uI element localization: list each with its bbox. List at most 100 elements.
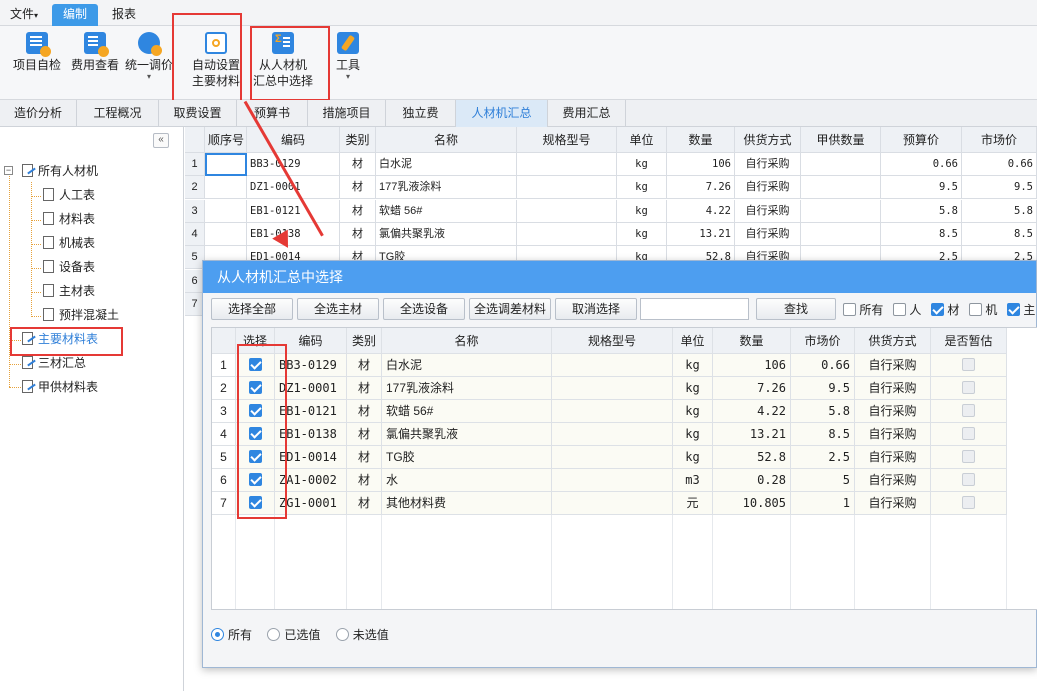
grid-cell[interactable]: [801, 176, 881, 200]
tree-item-equipment[interactable]: 设备表: [43, 257, 95, 277]
grid-cell[interactable]: 材: [340, 199, 376, 223]
grid-cell[interactable]: 8.5: [962, 222, 1037, 246]
column-header[interactable]: 预算价: [881, 127, 962, 153]
filter-material[interactable]: 材: [931, 301, 959, 318]
filter-labor[interactable]: 人: [893, 301, 921, 318]
select-checkbox-cell[interactable]: [236, 423, 275, 446]
menu-report[interactable]: 报表: [104, 4, 144, 26]
grid-cell[interactable]: [517, 222, 617, 246]
column-header[interactable]: 甲供数量: [801, 127, 881, 153]
grid-cell[interactable]: 自行采购: [735, 153, 801, 176]
grid-cell[interactable]: EB1-0121: [247, 199, 340, 223]
tab-resource-summary[interactable]: 人材机汇总: [456, 100, 548, 127]
checkbox-checked-icon[interactable]: [248, 427, 262, 440]
grid-cell[interactable]: [517, 153, 617, 176]
column-header[interactable]: 市场价: [962, 127, 1037, 153]
column-header[interactable]: [185, 127, 205, 153]
column-header[interactable]: 类别: [347, 328, 382, 354]
radio-unselected[interactable]: 未选值: [335, 626, 389, 643]
column-header[interactable]: 类别: [340, 127, 376, 153]
grid-cell[interactable]: 自行采购: [735, 176, 801, 200]
tree-item-labor[interactable]: 人工表: [43, 185, 95, 205]
checkbox-checked-icon[interactable]: [248, 496, 262, 509]
grid-cell[interactable]: 白水泥: [376, 153, 517, 176]
grid-cell[interactable]: kg: [617, 176, 667, 200]
select-from-summary-button[interactable]: Σ 从人材机 汇总中选择: [252, 32, 314, 89]
column-header[interactable]: 规格型号: [552, 328, 673, 354]
menu-file[interactable]: 文件▾: [2, 4, 46, 26]
select-checkbox-cell[interactable]: [236, 492, 275, 515]
grid-cell[interactable]: 自行采购: [735, 222, 801, 246]
grid-cell[interactable]: kg: [617, 153, 667, 176]
collapse-panel-button[interactable]: «: [153, 133, 169, 148]
checkbox-checked-icon[interactable]: [248, 473, 262, 486]
cancel-selection-button[interactable]: 取消选择: [555, 298, 637, 320]
radio-selected[interactable]: 已选值: [267, 626, 320, 643]
tree-item-material[interactable]: 材料表: [43, 209, 95, 229]
grid-cell[interactable]: 材: [340, 176, 376, 200]
column-header[interactable]: 数量: [713, 328, 791, 354]
grid-cell[interactable]: 5.8: [881, 199, 962, 223]
column-header[interactable]: 是否暂估: [931, 328, 1007, 354]
grid-cell[interactable]: 9.5: [881, 176, 962, 200]
tree-item-owner-supplied[interactable]: 甲供材料表: [22, 377, 98, 397]
project-check-button[interactable]: 项目自检: [10, 32, 64, 73]
grid-cell[interactable]: 177乳液涂料: [376, 176, 517, 200]
grid-cell[interactable]: 106: [667, 153, 735, 176]
checkbox-checked-icon[interactable]: [248, 381, 262, 394]
radio-all[interactable]: 所有: [211, 626, 252, 643]
column-header[interactable]: 名称: [376, 127, 517, 153]
tab-measures[interactable]: 措施项目: [308, 100, 386, 127]
filter-main[interactable]: 主: [1007, 301, 1035, 318]
grid-cell[interactable]: [517, 199, 617, 223]
tree-item-main-material[interactable]: 主材表: [43, 281, 95, 301]
grid-cell[interactable]: kg: [617, 199, 667, 223]
checkbox-checked-icon[interactable]: [248, 450, 262, 463]
menu-edit[interactable]: 编制: [52, 4, 98, 26]
grid-cell[interactable]: 0.66: [881, 153, 962, 176]
tab-project-overview[interactable]: 工程概况: [77, 100, 159, 127]
tree-item-key-materials[interactable]: 主要材料表: [22, 329, 98, 349]
tab-cost-analysis[interactable]: 造价分析: [0, 100, 77, 127]
tree-item-three-materials[interactable]: 三材汇总: [22, 353, 86, 373]
column-header[interactable]: 市场价: [791, 328, 855, 354]
auto-set-main-material-button[interactable]: 自动设置 主要材料: [188, 32, 244, 89]
select-checkbox-cell[interactable]: [236, 377, 275, 400]
grid-cell[interactable]: [801, 153, 881, 176]
column-header[interactable]: 顺序号: [205, 127, 247, 153]
grid-cell[interactable]: 7.26: [667, 176, 735, 200]
grid-cell[interactable]: [205, 176, 247, 200]
tree-root[interactable]: 所有人材机: [22, 161, 98, 181]
column-header[interactable]: 供货方式: [855, 328, 931, 354]
grid-cell[interactable]: [205, 153, 247, 176]
search-input[interactable]: [640, 298, 749, 320]
column-header[interactable]: 单位: [617, 127, 667, 153]
select-checkbox-cell[interactable]: [236, 469, 275, 492]
tree-expander[interactable]: −: [4, 166, 13, 175]
grid-cell[interactable]: [517, 176, 617, 200]
select-checkbox-cell[interactable]: [236, 446, 275, 469]
grid-cell[interactable]: [801, 199, 881, 223]
grid-cell[interactable]: 软蜡 56#: [376, 199, 517, 223]
grid-cell[interactable]: [205, 222, 247, 246]
column-header[interactable]: 数量: [667, 127, 735, 153]
grid-cell[interactable]: 8.5: [881, 222, 962, 246]
grid-cell[interactable]: BB3-0129: [247, 153, 340, 176]
tab-fee-settings[interactable]: 取费设置: [159, 100, 237, 127]
column-header[interactable]: 供货方式: [735, 127, 801, 153]
tab-fee-summary[interactable]: 费用汇总: [548, 100, 626, 127]
column-header[interactable]: [212, 328, 236, 354]
grid-cell[interactable]: [801, 222, 881, 246]
tab-independent-fee[interactable]: 独立费: [386, 100, 456, 127]
grid-cell[interactable]: 4.22: [667, 199, 735, 223]
select-all-button[interactable]: 选择全部: [211, 298, 293, 320]
filter-all[interactable]: 所有: [843, 301, 883, 318]
adjust-price-button[interactable]: 统一调价 ▾: [124, 32, 174, 81]
grid-cell[interactable]: [205, 199, 247, 223]
select-checkbox-cell[interactable]: [236, 400, 275, 423]
tools-button[interactable]: 工具 ▾: [332, 32, 364, 81]
grid-cell[interactable]: 材: [340, 222, 376, 246]
checkbox-checked-icon[interactable]: [248, 404, 262, 417]
grid-cell[interactable]: kg: [617, 222, 667, 246]
column-header[interactable]: 编码: [275, 328, 347, 354]
